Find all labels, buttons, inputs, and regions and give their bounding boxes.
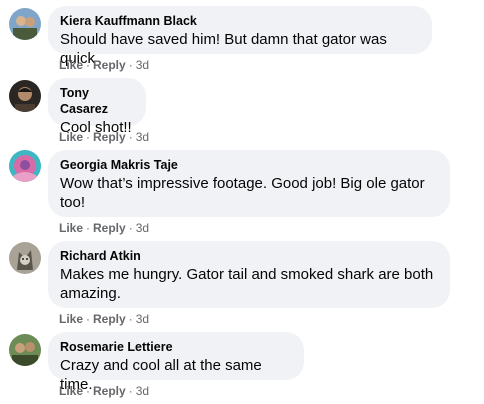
comment-bubble: Rosemarie Lettiere Crazy and cool all at… [48, 332, 304, 393]
like-button[interactable]: Like [59, 312, 83, 326]
like-button[interactable]: Like [59, 58, 83, 72]
comment-bubble: Kiera Kauffmann Black Should have saved … [48, 6, 432, 67]
like-button[interactable]: Like [59, 130, 83, 144]
comment-text: Wow that’s impressive footage. Good job!… [60, 175, 425, 211]
separator: · [86, 130, 91, 144]
comment-timestamp[interactable]: 3d [136, 312, 149, 326]
comment-actions: Like · Reply · 3d [59, 130, 149, 144]
avatar[interactable] [9, 80, 41, 112]
like-button[interactable]: Like [59, 221, 83, 235]
comment-timestamp[interactable]: 3d [136, 221, 149, 235]
avatar[interactable] [9, 8, 41, 40]
comment-actions: Like · Reply · 3d [59, 58, 149, 72]
comment-bubble: Georgia Makris Taje Wow that’s impressiv… [48, 150, 450, 217]
reply-button[interactable]: Reply [93, 130, 126, 144]
comment-timestamp[interactable]: 3d [136, 130, 149, 144]
comment-timestamp[interactable]: 3d [136, 58, 149, 72]
comment-actions: Like · Reply · 3d [59, 221, 149, 235]
comment-author[interactable]: Tony Casarez [60, 85, 134, 117]
comment-author[interactable]: Richard Atkin [60, 248, 438, 264]
separator: · [86, 384, 91, 398]
separator: · [128, 221, 133, 235]
comment-bubble: Richard Atkin Makes me hungry. Gator tai… [48, 241, 450, 308]
comment-author[interactable]: Rosemarie Lettiere [60, 339, 292, 355]
comment-bubble: Tony Casarez Cool shot!! [48, 78, 146, 136]
avatar[interactable] [9, 242, 41, 274]
reply-button[interactable]: Reply [93, 384, 126, 398]
separator: · [86, 312, 91, 326]
separator: · [86, 221, 91, 235]
comment-actions: Like · Reply · 3d [59, 312, 149, 326]
comment-text: Makes me hungry. Gator tail and smoked s… [60, 266, 434, 302]
separator: · [128, 384, 133, 398]
reply-button[interactable]: Reply [93, 58, 126, 72]
like-button[interactable]: Like [59, 384, 83, 398]
reply-button[interactable]: Reply [93, 312, 126, 326]
comment-actions: Like · Reply · 3d [59, 384, 149, 398]
comment-author[interactable]: Kiera Kauffmann Black [60, 13, 420, 29]
comment-author[interactable]: Georgia Makris Taje [60, 157, 438, 173]
avatar[interactable] [9, 334, 41, 366]
separator: · [128, 130, 133, 144]
separator: · [128, 58, 133, 72]
comment-timestamp[interactable]: 3d [136, 384, 149, 398]
separator: · [86, 58, 91, 72]
reply-button[interactable]: Reply [93, 221, 126, 235]
avatar[interactable] [9, 150, 41, 182]
separator: · [128, 312, 133, 326]
